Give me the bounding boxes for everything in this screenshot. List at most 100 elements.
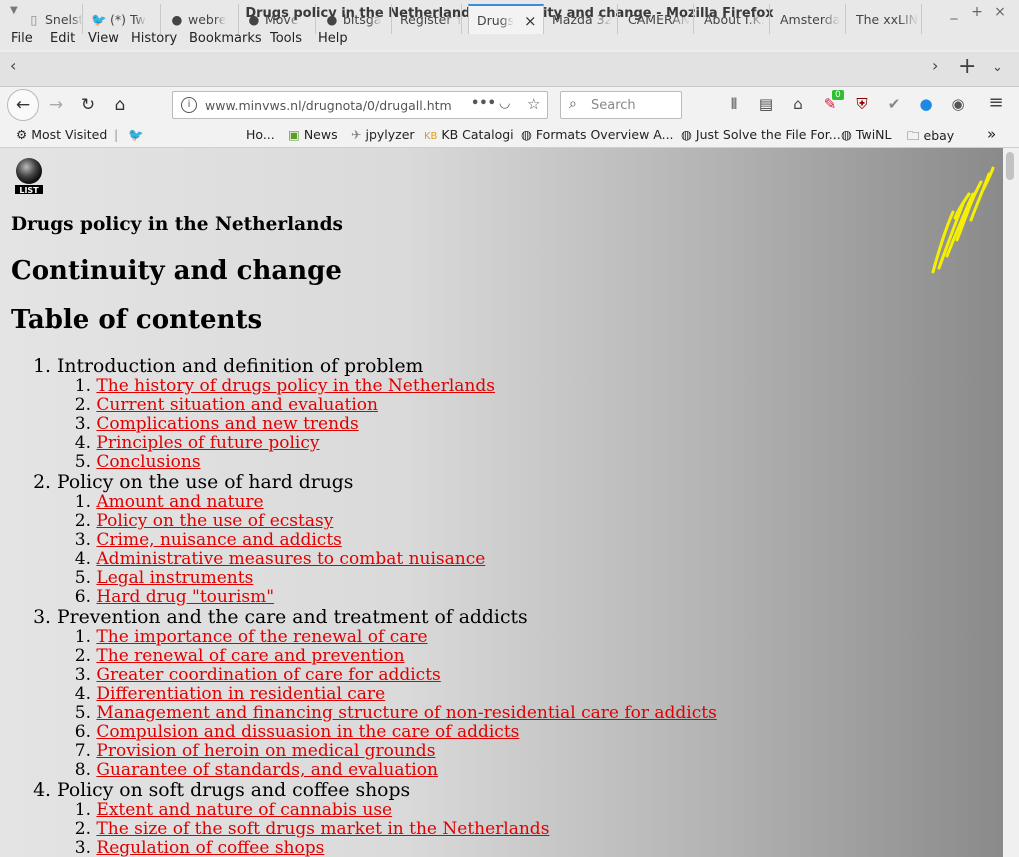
toc-item: 3. Greater coordination of care for addi… bbox=[30, 666, 717, 685]
toc-item-link[interactable]: Policy on the use of ecstasy bbox=[96, 511, 333, 531]
toc-item-link[interactable]: Greater coordination of care for addicts bbox=[96, 665, 440, 685]
toc-item-link[interactable]: Compulsion and dissuasion in the care of… bbox=[96, 722, 519, 742]
maximize-button[interactable]: + bbox=[968, 4, 986, 20]
tab-webre[interactable]: ● webre bbox=[169, 4, 239, 34]
toc-section-number: 2. bbox=[33, 472, 51, 493]
toc-item-link[interactable]: Hard drug "tourism" bbox=[96, 587, 274, 607]
tab-drugs[interactable]: Drugs × bbox=[468, 4, 544, 34]
toc-item-link[interactable]: The importance of the renewal of care bbox=[96, 627, 427, 647]
toc-item-link[interactable]: Guarantee of standards, and evaluation bbox=[96, 760, 438, 780]
tab-twitter[interactable]: 🐦 (*) Tw bbox=[91, 4, 161, 34]
video-icon[interactable]: ● bbox=[916, 95, 936, 113]
bookmark-just-solve[interactable]: ◍ Just Solve the File For... bbox=[681, 127, 841, 142]
toc-item-link[interactable]: Extent and nature of cannabis use bbox=[96, 800, 392, 820]
toc-item-number: 4. bbox=[74, 684, 91, 704]
hamburger-menu-icon[interactable]: ≡ bbox=[986, 92, 1006, 113]
toc-section-title: Policy on soft drugs and coffee shops bbox=[56, 780, 411, 801]
toc-item-number: 3. bbox=[74, 530, 91, 550]
bookmark-formats-overview[interactable]: ◍ Formats Overview A... bbox=[521, 127, 674, 142]
library-icon[interactable]: ⫴ bbox=[724, 95, 744, 113]
tab-snelst[interactable]: ▯ Snelst bbox=[26, 4, 83, 34]
toc-section-number: 3. bbox=[33, 607, 51, 628]
toc-item: 5. Conclusions bbox=[30, 453, 717, 472]
page-actions-icon[interactable]: ••• bbox=[471, 96, 496, 111]
toc-item-link[interactable]: Regulation of coffee shops bbox=[96, 838, 324, 857]
tab-list-chevron-down-icon[interactable]: ⌄ bbox=[992, 60, 1003, 75]
minimize-button[interactable]: _ bbox=[945, 4, 963, 20]
tab-bitsga[interactable]: ● bitsga bbox=[324, 4, 392, 34]
pocket-icon[interactable]: ◡ bbox=[499, 96, 510, 111]
toc-item: 1. The importance of the renewal of care bbox=[30, 628, 717, 647]
sidebar-icon[interactable]: ▤ bbox=[756, 95, 776, 113]
tab-xxlin[interactable]: The xxLIN bbox=[856, 4, 922, 34]
toc-item-link[interactable]: Differentiation in residential care bbox=[96, 684, 385, 704]
toc-item-number: 3. bbox=[74, 665, 91, 685]
scrollbar-track[interactable] bbox=[1003, 148, 1019, 857]
account-icon[interactable]: ◉ bbox=[948, 95, 968, 113]
tabs-scroll-right-icon[interactable]: › bbox=[932, 56, 938, 75]
toc-item-link[interactable]: Provision of heroin on medical grounds bbox=[96, 741, 435, 761]
toc-title: Table of contents bbox=[11, 305, 263, 335]
toc-item-number: 1. bbox=[74, 800, 91, 820]
bookmark-most-visited[interactable]: ⚙ Most Visited bbox=[16, 127, 107, 142]
toc-item-link[interactable]: Management and financing structure of no… bbox=[96, 703, 716, 723]
search-box[interactable]: ⌕ Search bbox=[560, 91, 682, 119]
close-tab-icon[interactable]: × bbox=[524, 12, 537, 30]
toc-item: 4. Administrative measures to combat nui… bbox=[30, 550, 717, 569]
bookmark-news[interactable]: ▣ News bbox=[288, 127, 338, 142]
back-arrow-icon[interactable]: ← bbox=[7, 89, 39, 121]
bookmark-ho[interactable]: Ho... bbox=[246, 127, 275, 142]
info-icon[interactable]: i bbox=[181, 97, 197, 113]
ublock-icon[interactable]: ⛨ bbox=[852, 95, 872, 113]
new-tab-icon[interactable]: + bbox=[958, 54, 976, 79]
tab-register[interactable]: Register Y bbox=[400, 4, 462, 34]
toc-item: 7. Provision of heroin on medical ground… bbox=[30, 742, 717, 761]
bookmark-kb-catalogi[interactable]: KB KB Catalogi bbox=[424, 127, 514, 142]
folder-icon: 🗀 bbox=[907, 128, 920, 143]
toc-item: 2. The renewal of care and prevention bbox=[30, 647, 717, 666]
list-logo[interactable]: LIST bbox=[13, 157, 45, 195]
toc-item-link[interactable]: Current situation and evaluation bbox=[96, 395, 378, 415]
toc-item-link[interactable]: Amount and nature bbox=[96, 492, 263, 512]
tabs-scroll-left-icon[interactable]: ‹ bbox=[10, 56, 16, 75]
toc-item-link[interactable]: Complications and new trends bbox=[96, 414, 358, 434]
toc-item-link[interactable]: Principles of future policy bbox=[96, 433, 319, 453]
globe-icon: ◍ bbox=[841, 127, 852, 142]
more-bookmarks-icon[interactable]: » bbox=[987, 125, 996, 143]
toc-item-link[interactable]: The size of the soft drugs market in the… bbox=[96, 819, 549, 839]
toc-item: 4. Principles of future policy bbox=[30, 434, 717, 453]
bookmark-star-icon[interactable]: ☆ bbox=[527, 95, 540, 113]
tab-cameran[interactable]: CAMERAN bbox=[628, 4, 694, 34]
forward-arrow-icon[interactable]: → bbox=[42, 91, 70, 119]
toc-item-number: 4. bbox=[74, 549, 91, 569]
url-text[interactable]: www.minvws.nl/drugnota/0/drugall.htm bbox=[205, 98, 452, 113]
toc-item-link[interactable]: Legal instruments bbox=[96, 568, 253, 588]
tab-amsterdam[interactable]: Amsterda bbox=[780, 4, 846, 34]
home-icon[interactable]: ⌂ bbox=[106, 91, 134, 119]
toc-section: 1. Introduction and definition of proble… bbox=[30, 357, 717, 472]
tab-move[interactable]: ● Move bbox=[246, 4, 316, 34]
tab-mazda[interactable]: Mazda 32 bbox=[552, 4, 618, 34]
toc-item: 4. Differentiation in residential care bbox=[30, 685, 717, 704]
toc-item-link[interactable]: The history of drugs policy in the Nethe… bbox=[96, 376, 495, 396]
toc-item-link[interactable]: Crime, nuisance and addicts bbox=[96, 530, 341, 550]
toc-item-link[interactable]: The renewal of care and prevention bbox=[96, 646, 404, 666]
extension-badge: 0 bbox=[832, 90, 844, 100]
toc-item-number: 1. bbox=[74, 627, 91, 647]
scrollbar-thumb[interactable] bbox=[1006, 152, 1014, 180]
mint-icon: ▣ bbox=[288, 127, 300, 142]
toc-item-link[interactable]: Administrative measures to combat nuisan… bbox=[96, 549, 485, 569]
toc-item: 6. Compulsion and dissuasion in the care… bbox=[30, 723, 717, 742]
toc-item-link[interactable]: Conclusions bbox=[96, 452, 200, 472]
bookmark-twitter[interactable]: 🐦 bbox=[128, 127, 148, 143]
url-bar[interactable]: i www.minvws.nl/drugnota/0/drugall.htm •… bbox=[172, 91, 548, 119]
reload-icon[interactable]: ↻ bbox=[74, 91, 102, 119]
museum-icon[interactable]: ⌂ bbox=[788, 95, 808, 113]
bookmark-jpylyzer[interactable]: ✈ jpylyzer bbox=[351, 127, 415, 142]
bookmark-ebay[interactable]: 🗀 ebay bbox=[907, 127, 954, 148]
bookmark-twinl[interactable]: ◍ TwiNL bbox=[841, 127, 892, 142]
globe-icon: ◍ bbox=[681, 127, 692, 142]
check-icon[interactable]: ✔ bbox=[884, 95, 904, 113]
tab-about[interactable]: About I.K. bbox=[704, 4, 770, 34]
close-window-button[interactable]: × bbox=[991, 4, 1009, 20]
